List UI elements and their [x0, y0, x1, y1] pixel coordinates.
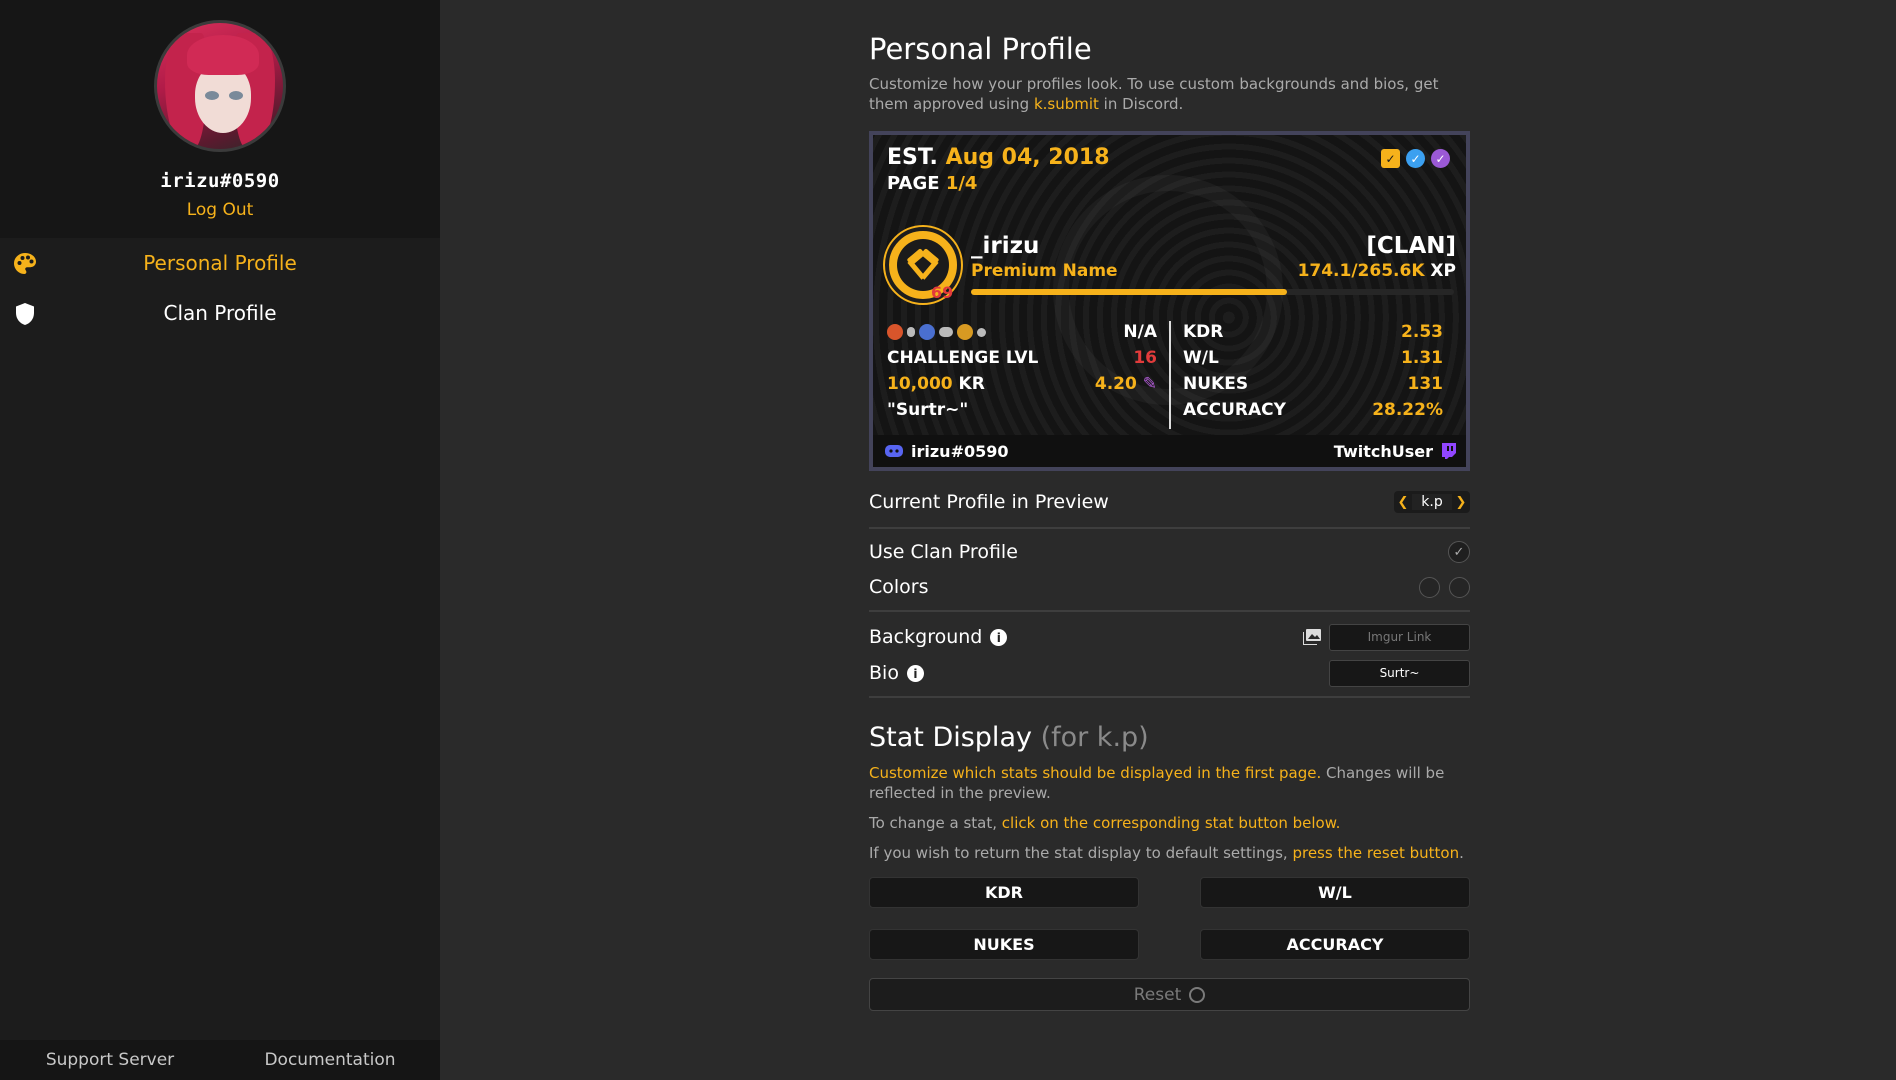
xp-text: 174.1/265.6K XP — [1297, 261, 1456, 281]
sidebar: irizu#0590 Log Out Personal Profile Clan… — [0, 0, 440, 1080]
stat-row-kdr: KDR 2.53 — [1183, 322, 1443, 342]
twitch-icon — [1442, 443, 1456, 459]
color-picker-secondary[interactable] — [1449, 576, 1470, 598]
established-date: EST. Aug 04, 2018 — [887, 145, 1110, 170]
stat-buttons: KDR W/L NUKES ACCURACY — [869, 877, 1470, 960]
stat-row-wl: W/L 1.31 — [1183, 348, 1443, 368]
challenge-label: CHALLENGE LVL — [887, 348, 1039, 368]
preview-label: Current Profile in Preview — [869, 491, 1109, 513]
class-icon — [919, 324, 935, 340]
kr-amount: 10,000 KR — [887, 374, 985, 394]
stat-display-title: Stat Display (for k.p) — [869, 722, 1149, 753]
bio-quote: "Surtr~" — [887, 400, 969, 420]
level-number: 69 — [931, 283, 954, 302]
background-input[interactable] — [1329, 623, 1470, 651]
reset-label: Reset — [1133, 984, 1182, 1005]
info-icon[interactable]: i — [906, 665, 924, 682]
intro-text: Customize how your profiles look. To use… — [869, 75, 1439, 113]
stat-display-desc: Customize which stats should be displaye… — [869, 764, 1445, 802]
left-stats: N/A CHALLENGE LVL 16 10,000 KR 4.20 ✎ "Su… — [887, 319, 1157, 423]
stat-reset-hint: If you wish to return the stat display t… — [869, 844, 1464, 862]
image-icon[interactable] — [1303, 629, 1321, 645]
logout-link[interactable]: Log Out — [0, 200, 440, 220]
sidebar-item-personal-profile[interactable]: Personal Profile — [0, 238, 440, 288]
profile-card-preview: EST. Aug 04, 2018 PAGE 1/4 ✓ ✓ ✓ 69 _iri… — [869, 131, 1470, 471]
stat-button-accuracy[interactable]: ACCURACY — [1200, 929, 1470, 960]
class-icon — [887, 324, 903, 340]
discord-icon — [885, 445, 903, 457]
use-clan-checkbox[interactable]: ✓ — [1448, 541, 1470, 563]
premium-name-label: Premium Name — [971, 261, 1118, 281]
stat-button-wl[interactable]: W/L — [1200, 877, 1470, 908]
documentation-link[interactable]: Documentation — [220, 1050, 440, 1070]
divider — [869, 527, 1470, 529]
info-icon[interactable]: i — [990, 629, 1008, 646]
avatar — [154, 20, 286, 152]
preview-value: k.p — [1412, 494, 1452, 510]
page-indicator: PAGE 1/4 — [887, 173, 978, 194]
premium-badge-icon: ✓ — [1381, 149, 1400, 168]
reset-icon — [1189, 986, 1206, 1003]
user-panel: irizu#0590 Log Out — [0, 0, 440, 238]
clan-tag: [CLAN] — [1366, 233, 1456, 259]
dot-icon — [977, 327, 986, 337]
challenge-value: 16 — [1133, 348, 1157, 368]
palette-icon — [14, 253, 36, 274]
sidebar-item-label: Clan Profile — [163, 301, 277, 325]
divider — [869, 696, 1470, 698]
stat-change-hint: To change a stat, click on the correspon… — [869, 814, 1341, 832]
use-clan-row: Use Clan Profile ✓ — [869, 540, 1470, 564]
stat-row-accuracy: ACCURACY 28.22% — [1183, 400, 1443, 420]
stats-divider — [1169, 321, 1171, 429]
stat-button-nukes[interactable]: NUKES — [869, 929, 1139, 960]
chevron-left-icon[interactable]: ❮ — [1394, 495, 1412, 510]
preview-switcher: ❮ k.p ❯ — [1394, 491, 1470, 513]
preview-row: Current Profile in Preview ❮ k.p ❯ — [869, 487, 1470, 517]
reset-button[interactable]: Reset — [869, 978, 1470, 1011]
kr-rate: 4.20 ✎ — [1094, 374, 1157, 394]
colors-label: Colors — [869, 576, 929, 598]
verified-badge-icon: ✓ — [1406, 149, 1425, 168]
background-label-group: Background i — [869, 626, 1008, 648]
sidebar-footer: Support Server Documentation — [0, 1040, 440, 1080]
xp-progress-bar — [971, 289, 1454, 295]
syringe-icon: ✎ — [1142, 374, 1157, 394]
twitch-username: TwitchUser — [1333, 441, 1433, 461]
divider — [869, 610, 1470, 612]
partner-badge-icon: ✓ — [1431, 149, 1450, 168]
color-picker-primary[interactable] — [1419, 576, 1440, 598]
support-server-link[interactable]: Support Server — [0, 1050, 220, 1070]
class-icon — [957, 324, 973, 340]
shield-icon — [16, 303, 34, 325]
person-icon — [907, 327, 915, 337]
right-stats: KDR 2.53 W/L 1.31 NUKES 131 ACCURACY 28.22% — [1183, 319, 1443, 423]
bio-input[interactable] — [1329, 659, 1470, 687]
discord-username: irizu#0590 — [911, 441, 1009, 461]
bio-row: Bio i — [869, 659, 1470, 687]
group-icon — [939, 327, 953, 337]
stat-button-kdr[interactable]: KDR — [869, 877, 1139, 908]
submit-command: k.submit — [1033, 95, 1099, 113]
page-title: Personal Profile — [869, 32, 1092, 66]
sidebar-item-label: Personal Profile — [143, 251, 297, 275]
bio-label-group: Bio i — [869, 662, 924, 684]
colors-row: Colors — [869, 575, 1470, 599]
card-footer: irizu#0590 TwitchUser — [873, 435, 1466, 467]
xp-progress-fill — [971, 289, 1288, 295]
use-clan-label: Use Clan Profile — [869, 541, 1018, 563]
username: irizu#0590 — [160, 170, 280, 192]
class-icons — [887, 324, 986, 340]
chevron-right-icon[interactable]: ❯ — [1452, 495, 1470, 510]
background-row: Background i — [869, 623, 1470, 651]
badges: ✓ ✓ ✓ — [1381, 149, 1450, 168]
stat-row-nukes: NUKES 131 — [1183, 374, 1443, 394]
na-value: N/A — [1123, 322, 1157, 342]
sidebar-item-clan-profile[interactable]: Clan Profile — [0, 288, 440, 338]
main-content: Personal Profile Customize how your prof… — [869, 0, 1470, 1011]
player-name: _irizu — [971, 233, 1040, 259]
